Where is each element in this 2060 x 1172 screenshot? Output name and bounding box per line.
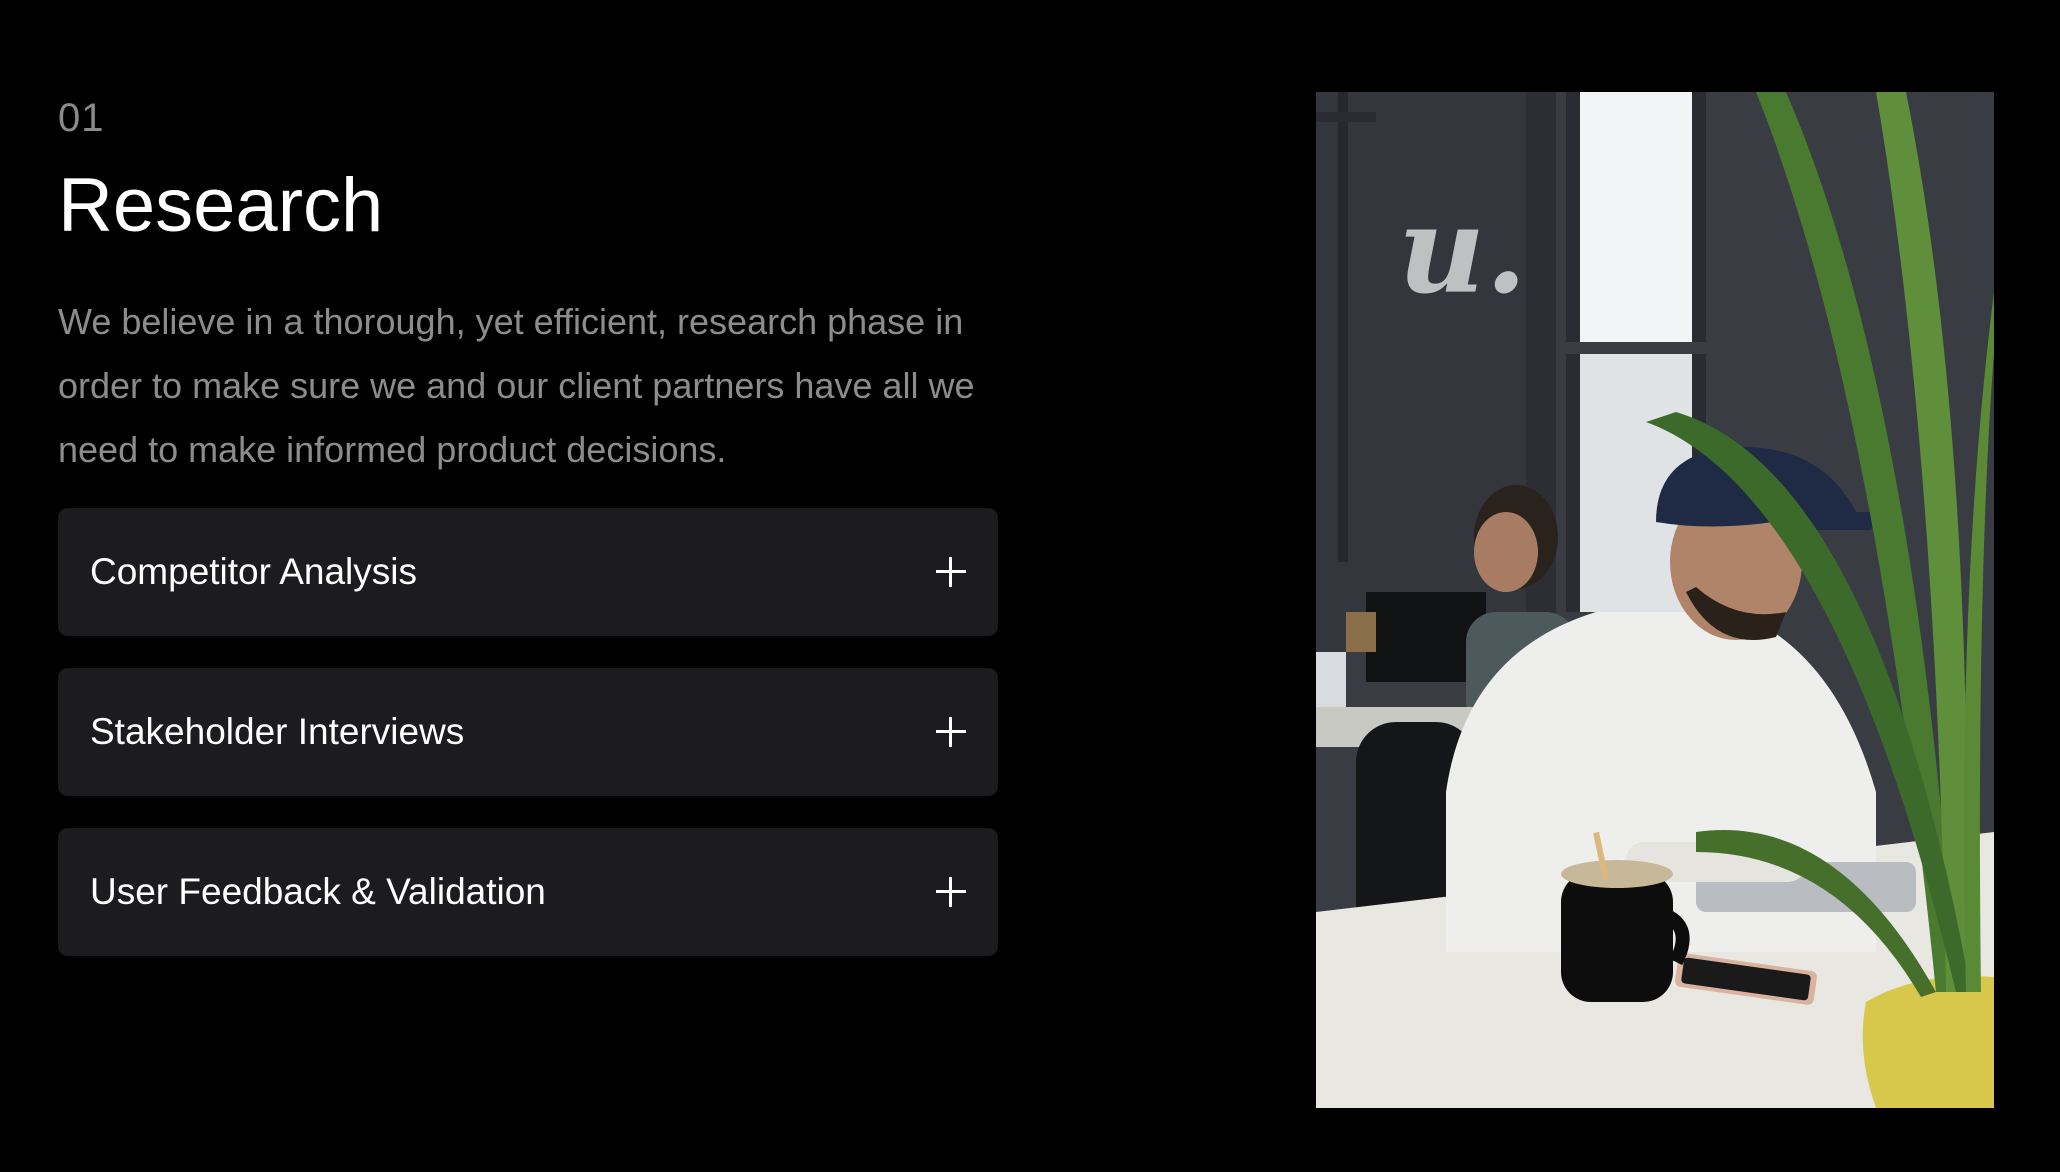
section-title: Research	[58, 163, 384, 248]
accordion-stakeholder-interviews[interactable]: Stakeholder Interviews	[58, 668, 998, 796]
accordion-label: Competitor Analysis	[90, 551, 417, 592]
plus-icon[interactable]	[936, 877, 966, 907]
accordion-competitor-analysis[interactable]: Competitor Analysis	[58, 508, 998, 636]
section-number: 01	[58, 96, 105, 140]
plus-icon[interactable]	[936, 717, 966, 747]
accordion-label: Stakeholder Interviews	[90, 711, 465, 752]
wall-logo: u.	[1398, 180, 1527, 321]
section-description: We believe in a thorough, yet efficient,…	[58, 301, 975, 470]
accordion-user-feedback-validation[interactable]: User Feedback & Validation	[58, 828, 998, 956]
office-photo: u.	[1316, 92, 1994, 1108]
plus-icon[interactable]	[936, 557, 966, 587]
accordion-label: User Feedback & Validation	[90, 871, 546, 912]
